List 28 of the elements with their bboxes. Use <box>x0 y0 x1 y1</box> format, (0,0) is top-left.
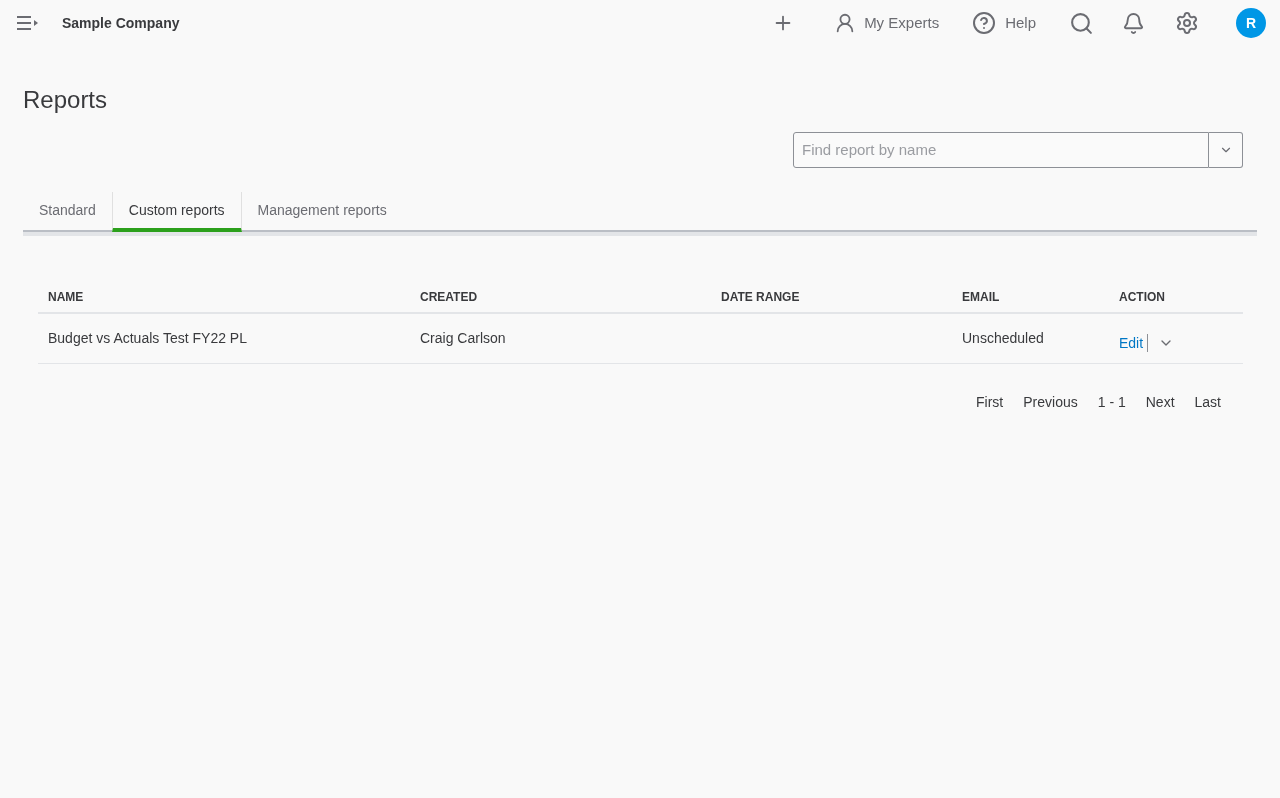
dropdown-button[interactable] <box>1209 132 1243 168</box>
notifications-button[interactable] <box>1122 11 1145 35</box>
pagination-link[interactable]: Last <box>1194 392 1221 413</box>
page-title: Reports <box>23 86 109 114</box>
column-header: DATE RANGE <box>720 289 801 306</box>
pagination-link[interactable]: 1 - 1 <box>1097 392 1126 413</box>
search-button[interactable] <box>1069 10 1094 36</box>
company-name: Sample Company <box>62 13 180 33</box>
help-button[interactable]: Help <box>972 11 1036 35</box>
search-field[interactable]: Find report by name <box>793 132 1209 168</box>
column-header: ACTION <box>1118 289 1166 306</box>
column-header: EMAIL <box>961 289 1001 306</box>
pagination-link[interactable]: First <box>976 392 1004 413</box>
help-icon <box>972 11 997 35</box>
settings-button[interactable] <box>1175 11 1199 35</box>
table-cell-text: Budget vs Actuals Test FY22 PL <box>47 329 248 348</box>
table-cell-text: Unscheduled <box>961 329 1045 348</box>
tab[interactable]: Custom reports <box>111 192 242 232</box>
pagination-link[interactable]: Previous <box>1023 392 1078 413</box>
column-header: NAME <box>47 289 85 306</box>
tab[interactable]: Standard <box>23 192 112 232</box>
edit-link[interactable]: Edit <box>1119 333 1149 352</box>
menu-icon[interactable] <box>17 16 39 30</box>
column-header: CREATED <box>419 289 479 306</box>
experts-button[interactable]: My Experts <box>834 11 940 35</box>
tab[interactable]: Management reports <box>241 192 403 232</box>
pagination-link[interactable]: Next <box>1145 392 1175 413</box>
table-cell-text: Craig Carlson <box>419 329 507 348</box>
